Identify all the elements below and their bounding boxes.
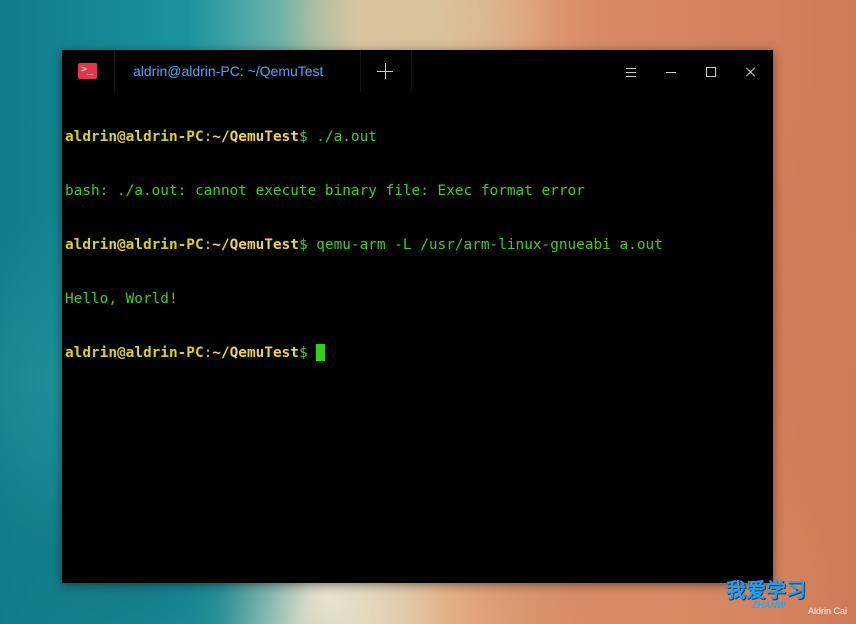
command-text: $: [298, 345, 317, 361]
watermark-logo: 我爱学习: [726, 578, 806, 602]
close-icon: [745, 66, 757, 78]
terminal-line: bash: ./a.out: cannot execute binary fil…: [65, 182, 770, 200]
watermark-author: Aldrin Cai: [808, 606, 848, 616]
minimize-button[interactable]: [651, 50, 691, 92]
prompt-user: aldrin@aldrin-PC: [65, 345, 204, 361]
prompt-path: ~/QemuTest: [212, 129, 299, 145]
maximize-icon: [706, 67, 716, 77]
watermark-subtext: ZHANW: [752, 600, 786, 610]
terminal-line: aldrin@aldrin-PC:~/QemuTest$: [65, 344, 770, 362]
command-text: $ qemu-arm -L /usr/arm-linux-gnueabi a.o…: [298, 237, 663, 253]
maximize-button[interactable]: [691, 50, 731, 92]
output-text: bash: ./a.out: cannot execute binary fil…: [65, 183, 585, 199]
terminal-prompt-glyph: >_: [81, 64, 94, 75]
output-text: Hello, World!: [65, 291, 178, 307]
prompt-path: ~/QemuTest: [212, 345, 299, 361]
new-tab-button[interactable]: [359, 50, 412, 92]
prompt-user: aldrin@aldrin-PC: [65, 129, 204, 145]
terminal-line: aldrin@aldrin-PC:~/QemuTest$ qemu-arm -L…: [65, 236, 770, 254]
terminal-app-icon[interactable]: >_: [78, 63, 97, 79]
plus-icon-vertical: [385, 63, 386, 79]
menu-icon: [626, 68, 636, 77]
terminal-output[interactable]: aldrin@aldrin-PC:~/QemuTest$ ./a.out bas…: [65, 92, 770, 580]
tab-terminal[interactable]: aldrin@aldrin-PC: ~/QemuTest: [114, 50, 361, 92]
tab-title: aldrin@aldrin-PC: ~/QemuTest: [133, 63, 324, 79]
terminal-window: >_ aldrin@aldrin-PC: ~/QemuTest aldrin@a…: [62, 50, 773, 583]
terminal-line: aldrin@aldrin-PC:~/QemuTest$ ./a.out: [65, 128, 770, 146]
command-text: $ ./a.out: [298, 129, 377, 145]
title-bar: >_ aldrin@aldrin-PC: ~/QemuTest: [62, 50, 773, 92]
terminal-line: Hello, World!: [65, 290, 770, 308]
desktop-background: >_ aldrin@aldrin-PC: ~/QemuTest aldrin@a…: [0, 0, 856, 624]
prompt-colon: :: [203, 129, 213, 145]
prompt-path: ~/QemuTest: [212, 237, 299, 253]
text-cursor: [316, 344, 326, 361]
prompt-colon: :: [203, 345, 213, 361]
prompt-user: aldrin@aldrin-PC: [65, 237, 204, 253]
prompt-colon: :: [203, 237, 213, 253]
watermark: 我爱学习 ZHANW Aldrin Cai: [726, 572, 856, 624]
minimize-icon: [666, 72, 676, 73]
menu-button[interactable]: [611, 50, 651, 92]
close-button[interactable]: [731, 50, 771, 92]
